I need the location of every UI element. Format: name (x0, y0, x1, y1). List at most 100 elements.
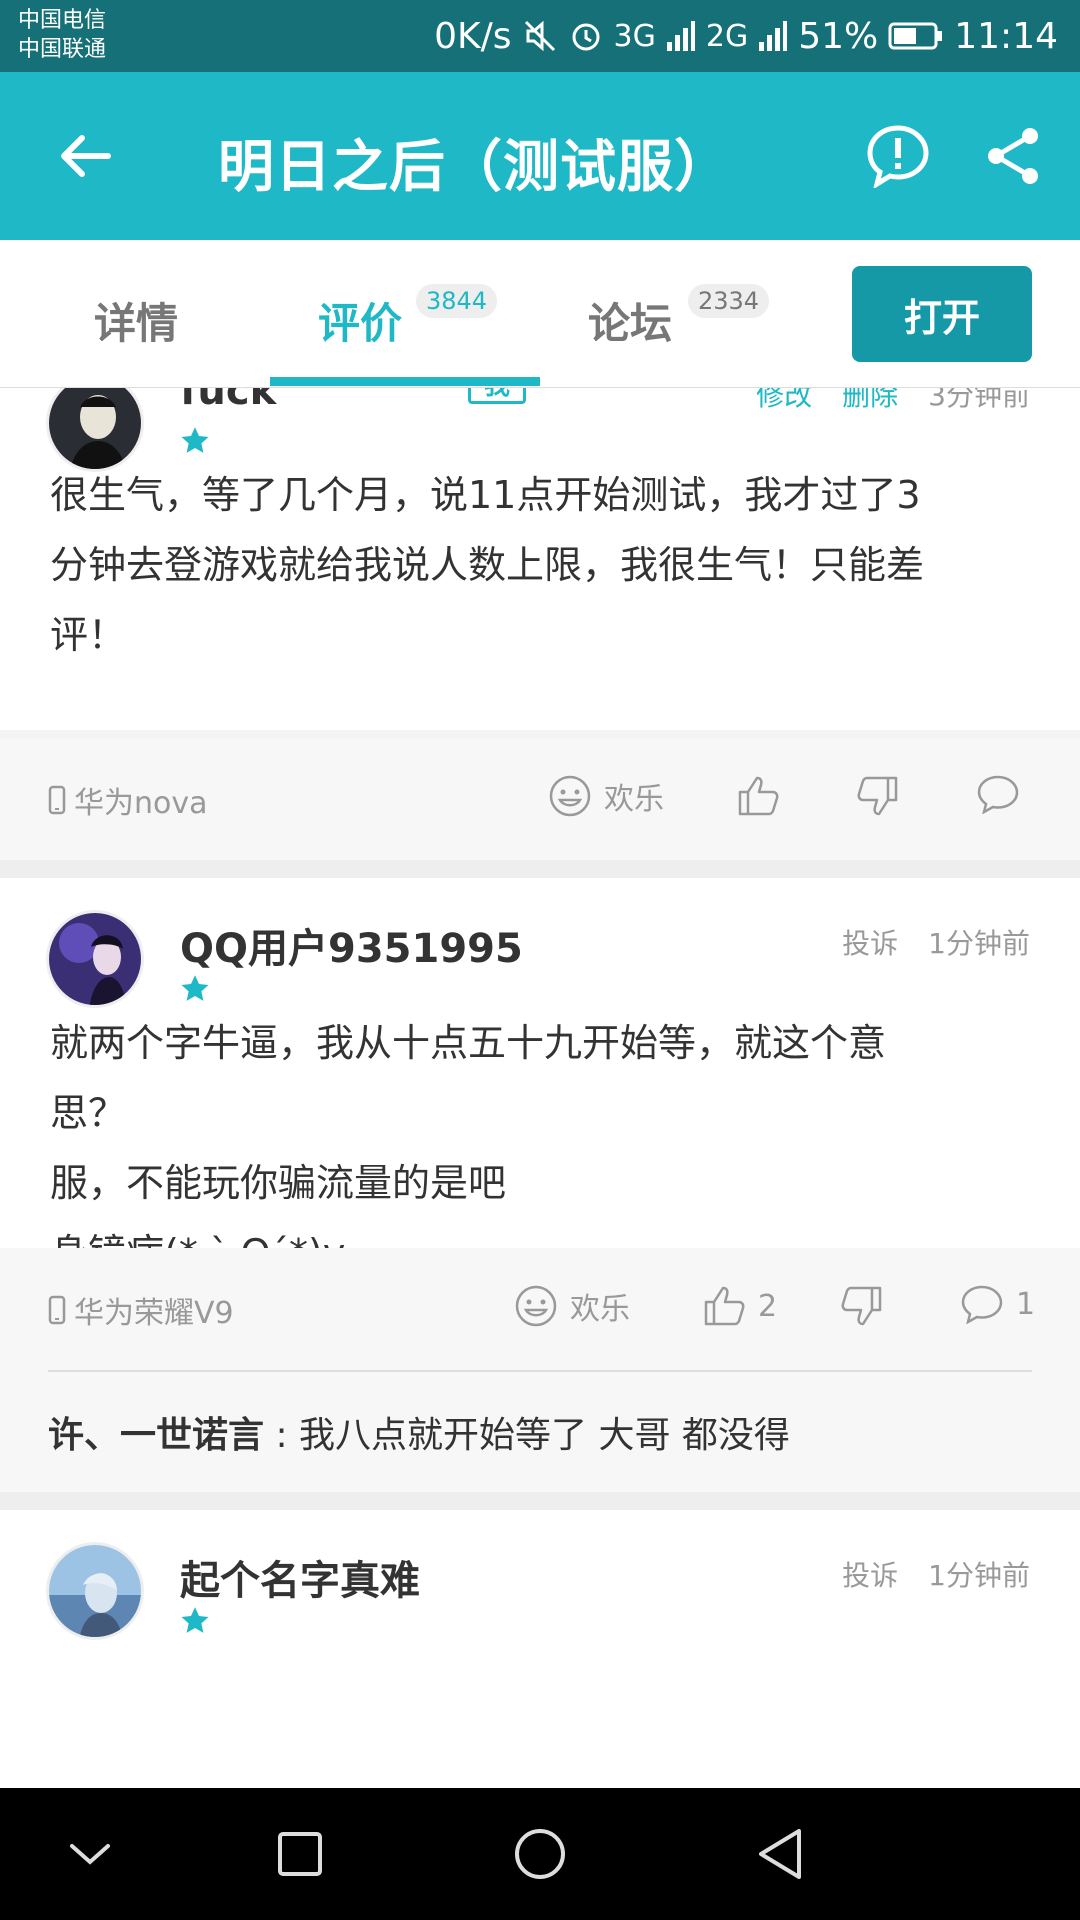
avatar[interactable] (46, 1542, 144, 1640)
delete-link[interactable]: 删除 (842, 388, 898, 414)
network-type-1: 3G (613, 18, 656, 54)
review-card: 起个名字真难 投诉 1分钟前 (0, 1510, 1080, 1788)
star-icon (181, 975, 209, 1001)
mood-button[interactable]: 欢乐 (548, 774, 664, 818)
me-badge: 我 (468, 388, 526, 404)
square-icon (278, 1832, 322, 1876)
phone-icon (48, 1295, 66, 1325)
card-divider (0, 1492, 1080, 1510)
phone-icon (48, 785, 66, 815)
report-link[interactable]: 投诉 (842, 922, 898, 962)
mute-icon (522, 18, 558, 54)
dislike-button[interactable] (840, 1284, 884, 1328)
dislike-button[interactable] (856, 774, 900, 818)
review-list[interactable]: fuck 我 修改 删除 3分钟前 很生气，等了几个月，说11点开始测试，我才过… (0, 388, 1080, 1788)
comment-button[interactable]: 1 (960, 1284, 1035, 1324)
reply-username: 许、一世诺言 (48, 1415, 265, 1456)
status-indicators: 0K/s 3G 2G 51% 11:14 (434, 10, 1058, 62)
mood-button[interactable]: 欢乐 (514, 1284, 630, 1328)
device-name: 华为荣耀V9 (74, 1296, 234, 1331)
reply-text: : 我八点就开始等了 大哥 都没得 (264, 1415, 790, 1456)
comment-button[interactable] (976, 774, 1020, 814)
review-time: 3分钟前 (928, 388, 1030, 412)
back-nav-button[interactable] (740, 1814, 820, 1894)
thumbs-down-icon (841, 1286, 882, 1326)
like-button[interactable] (736, 774, 780, 818)
chevron-down-icon (70, 1844, 110, 1865)
card-divider (0, 860, 1080, 878)
username[interactable]: QQ用户9351995 (180, 916, 523, 974)
star-icon (181, 1607, 209, 1633)
carrier-info: 中国电信 中国联通 (18, 6, 106, 64)
thumbs-down-icon (857, 776, 898, 816)
device-name: 华为nova (74, 786, 208, 821)
reply-divider (48, 1370, 1032, 1372)
home-button[interactable] (500, 1814, 580, 1894)
alarm-icon (568, 18, 604, 54)
active-tab-indicator (270, 377, 540, 386)
reply-section: 许、一世诺言 : 我八点就开始等了 大哥 都没得 (0, 1370, 1080, 1492)
triangle-back-icon (759, 1829, 801, 1879)
review-text: 很生气，等了几个月，说11点开始测试，我才过了3 分钟去登游戏就给我说人数上限，… (50, 473, 925, 657)
star-icon (181, 427, 209, 453)
circle-icon (515, 1829, 565, 1879)
signal-icon-2 (758, 20, 788, 52)
review-time: 1分钟前 (928, 1559, 1030, 1592)
avatar[interactable] (46, 910, 144, 1008)
comment-icon (977, 775, 1019, 814)
review-meta: 投诉 1分钟前 (842, 1554, 1030, 1594)
mood-label: 欢乐 (604, 782, 664, 817)
recent-apps-button[interactable] (260, 1814, 340, 1894)
hide-nav-button[interactable] (50, 1814, 130, 1894)
device-info: 华为荣耀V9 (48, 1288, 234, 1332)
battery-icon (888, 21, 944, 51)
smile-icon (549, 775, 591, 817)
network-type-2: 2G (705, 18, 749, 54)
page-title: 明日之后（测试服） (218, 135, 731, 200)
battery-percent: 51% (798, 15, 879, 57)
share-button[interactable] (982, 124, 1052, 194)
network-speed: 0K/s (434, 15, 512, 57)
report-link[interactable]: 投诉 (842, 1554, 898, 1594)
back-button[interactable] (44, 116, 124, 196)
thumbs-up-icon (738, 776, 779, 816)
review-card: fuck 我 修改 删除 3分钟前 很生气，等了几个月，说11点开始测试，我才过… (0, 388, 1080, 730)
clock: 11:14 (954, 15, 1058, 57)
exclamation-icon (867, 125, 929, 190)
review-text: 就两个字牛逼，我从十点五十九开始等，就这个意 思？ 服，不能玩你骗流量的是吧 身… (50, 1021, 887, 1275)
reply-item[interactable]: 许、一世诺言 : 我八点就开始等了 大哥 都没得 (48, 1406, 790, 1458)
review-footer: 华为nova 欢乐 (0, 738, 1080, 860)
share-icon (988, 128, 1038, 184)
report-button[interactable] (866, 124, 936, 194)
device-info: 华为nova (48, 778, 208, 822)
like-button[interactable]: 2 (702, 1284, 777, 1328)
carrier-1: 中国电信 (18, 8, 107, 33)
tab-detail[interactable]: 详情 (94, 290, 178, 351)
review-meta: 投诉 1分钟前 (842, 922, 1030, 962)
open-button[interactable]: 打开 (852, 266, 1032, 362)
comment-count: 1 (1016, 1286, 1036, 1322)
review-meta: 修改 删除 3分钟前 (756, 388, 1030, 414)
reviews-count-badge: 3844 (416, 284, 498, 318)
mood-label: 欢乐 (570, 1292, 630, 1327)
like-count: 2 (758, 1288, 778, 1324)
username-text: fuck (180, 388, 277, 414)
forum-count-badge: 2334 (688, 284, 770, 318)
app-header: 明日之后（测试服） (0, 72, 1080, 240)
tab-forum[interactable]: 论坛 (588, 290, 672, 351)
comment-icon (961, 1285, 1003, 1324)
status-bar: 中国电信 中国联通 0K/s 3G 2G 51% 11:14 (0, 0, 1080, 72)
username[interactable]: 起个名字真难 (180, 1548, 420, 1606)
thumbs-up-icon (704, 1286, 745, 1326)
signal-icon (666, 20, 696, 52)
review-footer: 华为荣耀V9 欢乐 2 1 (0, 1248, 1080, 1370)
edit-link[interactable]: 修改 (756, 388, 812, 414)
carrier-2: 中国联通 (18, 37, 107, 62)
arrow-left-icon (61, 135, 111, 177)
system-nav-bar (0, 1788, 1080, 1920)
smile-icon (515, 1285, 557, 1327)
review-card: QQ用户9351995 投诉 1分钟前 就两个字牛逼，我从十点五十九开始等，就这… (0, 878, 1080, 1275)
username[interactable]: fuck 我 (180, 388, 526, 414)
tab-reviews[interactable]: 评价 (318, 290, 402, 351)
review-time: 1分钟前 (928, 927, 1030, 960)
